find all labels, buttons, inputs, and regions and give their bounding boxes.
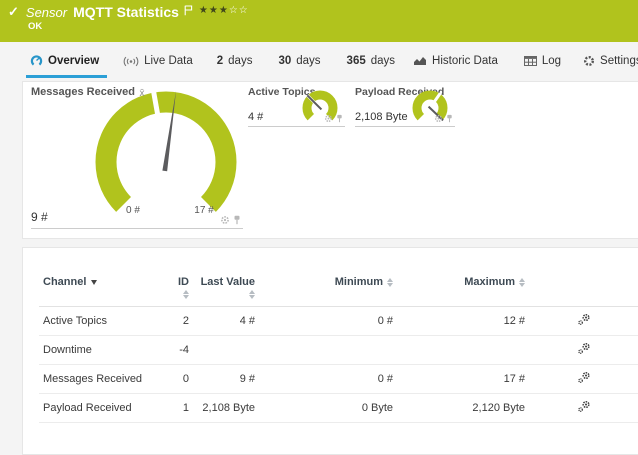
tab-30-days[interactable]: 30days bbox=[278, 42, 320, 79]
priority-flag-icon[interactable] bbox=[184, 3, 193, 21]
tab-historic-data[interactable]: Historic Data bbox=[413, 42, 498, 79]
gear-icon[interactable] bbox=[220, 215, 230, 225]
sort-both-icon bbox=[183, 290, 189, 299]
tab-settings[interactable]: Settings bbox=[583, 42, 638, 79]
table-icon bbox=[524, 56, 537, 66]
channels-table: Channel ID Last Value Minimum Maximum Ac… bbox=[39, 270, 638, 423]
channels-table-panel: Channel ID Last Value Minimum Maximum Ac… bbox=[22, 247, 638, 455]
tab-historic-label: Historic Data bbox=[432, 55, 498, 67]
channel-last-value: 4 # bbox=[193, 307, 259, 336]
pin-icon[interactable] bbox=[446, 114, 453, 123]
object-kind-label: Sensor bbox=[26, 5, 67, 20]
channel-minimum: 0 # bbox=[259, 307, 397, 336]
channel-settings-icon[interactable] bbox=[577, 371, 591, 384]
tab-overview[interactable]: Overview bbox=[30, 42, 99, 79]
ok-check-icon: ✓ bbox=[8, 5, 19, 19]
pin-icon[interactable] bbox=[233, 215, 241, 225]
tab-live-data[interactable]: Live Data bbox=[123, 42, 193, 79]
tab-log[interactable]: Log bbox=[524, 42, 561, 79]
broadcast-icon bbox=[123, 55, 139, 67]
channel-maximum: 17 # bbox=[397, 365, 529, 394]
gear-icon bbox=[583, 55, 595, 67]
gauge-current-value: 4 # bbox=[248, 111, 263, 123]
channel-maximum: 2,120 Byte bbox=[397, 394, 529, 423]
channel-name: Messages Received bbox=[39, 365, 169, 394]
tab-live-data-label: Live Data bbox=[144, 55, 193, 67]
sort-both-icon bbox=[387, 278, 393, 287]
gauge-messages-received: Messages Received x̄ 0 # 17 # 9 # bbox=[31, 86, 243, 229]
overview-content: Messages Received x̄ 0 # 17 # 9 # Active… bbox=[0, 79, 638, 400]
channel-last-value bbox=[193, 336, 259, 365]
sort-both-icon bbox=[249, 290, 255, 299]
channel-last-value: 9 # bbox=[193, 365, 259, 394]
channel-minimum bbox=[259, 336, 397, 365]
column-header-channel[interactable]: Channel bbox=[39, 270, 169, 307]
gauge-max-label: 17 # bbox=[194, 205, 214, 216]
star-filled-icons[interactable]: ★★★ bbox=[199, 5, 229, 16]
table-row: Downtime -4 bbox=[39, 336, 638, 365]
area-chart-icon bbox=[413, 55, 427, 66]
channel-settings-icon[interactable] bbox=[577, 400, 591, 413]
tab-2-days[interactable]: 2days bbox=[217, 42, 253, 79]
channel-id: 1 bbox=[169, 394, 193, 423]
column-header-id[interactable]: ID bbox=[169, 270, 193, 307]
gear-icon[interactable] bbox=[324, 114, 333, 123]
gauge-min-label: 0 # bbox=[126, 205, 140, 216]
tab-log-label: Log bbox=[542, 55, 561, 67]
channel-last-value: 2,108 Byte bbox=[193, 394, 259, 423]
gauges-panel: Messages Received x̄ 0 # 17 # 9 # Active… bbox=[22, 81, 638, 239]
column-header-minimum[interactable]: Minimum bbox=[259, 270, 397, 307]
sort-desc-icon bbox=[91, 280, 97, 285]
channel-maximum bbox=[397, 336, 529, 365]
channel-settings-icon[interactable] bbox=[577, 313, 591, 326]
table-row: Messages Received 0 9 # 0 # 17 # bbox=[39, 365, 638, 394]
tab-365-days[interactable]: 365days bbox=[347, 42, 395, 79]
channel-id: 0 bbox=[169, 365, 193, 394]
gauge-payload-received: Payload Received 2,108 Byte bbox=[355, 86, 455, 127]
channel-name: Payload Received bbox=[39, 394, 169, 423]
channel-settings-icon[interactable] bbox=[577, 342, 591, 355]
table-row: Payload Received 1 2,108 Byte 0 Byte 2,1… bbox=[39, 394, 638, 423]
column-header-actions bbox=[529, 270, 638, 307]
star-empty-icons[interactable]: ☆☆ bbox=[229, 5, 249, 16]
gauge-icon bbox=[30, 54, 43, 67]
priority-stars[interactable]: ★★★☆☆ bbox=[199, 5, 249, 17]
status-badge: OK bbox=[28, 21, 42, 32]
gauge-current-value: 2,108 Byte bbox=[355, 111, 408, 123]
page-title: MQTT Statistics bbox=[73, 5, 179, 20]
table-row: Active Topics 2 4 # 0 # 12 # bbox=[39, 307, 638, 336]
tab-overview-label: Overview bbox=[48, 55, 99, 67]
messages-gauge-dial: x̄ 0 # 17 # bbox=[56, 86, 276, 226]
column-header-last-value[interactable]: Last Value bbox=[193, 270, 259, 307]
gauge-current-value: 9 # bbox=[31, 210, 48, 224]
channel-name: Downtime bbox=[39, 336, 169, 365]
channel-minimum: 0 # bbox=[259, 365, 397, 394]
tab-bar: Overview Live Data 2days 30days 365days … bbox=[0, 42, 638, 79]
pin-icon[interactable] bbox=[336, 114, 343, 123]
channel-minimum: 0 Byte bbox=[259, 394, 397, 423]
sort-both-icon bbox=[519, 278, 525, 287]
gear-icon[interactable] bbox=[434, 114, 443, 123]
channel-name: Active Topics bbox=[39, 307, 169, 336]
channel-id: -4 bbox=[169, 336, 193, 365]
tab-settings-label: Settings bbox=[600, 55, 638, 67]
column-header-maximum[interactable]: Maximum bbox=[397, 270, 529, 307]
channel-id: 2 bbox=[169, 307, 193, 336]
gauge-active-topics: Active Topics 4 # bbox=[248, 86, 345, 127]
average-marker-label: x̄ bbox=[140, 88, 145, 99]
channel-maximum: 12 # bbox=[397, 307, 529, 336]
sensor-status-bar: ✓ Sensor MQTT Statistics ★★★☆☆ OK bbox=[0, 0, 638, 42]
